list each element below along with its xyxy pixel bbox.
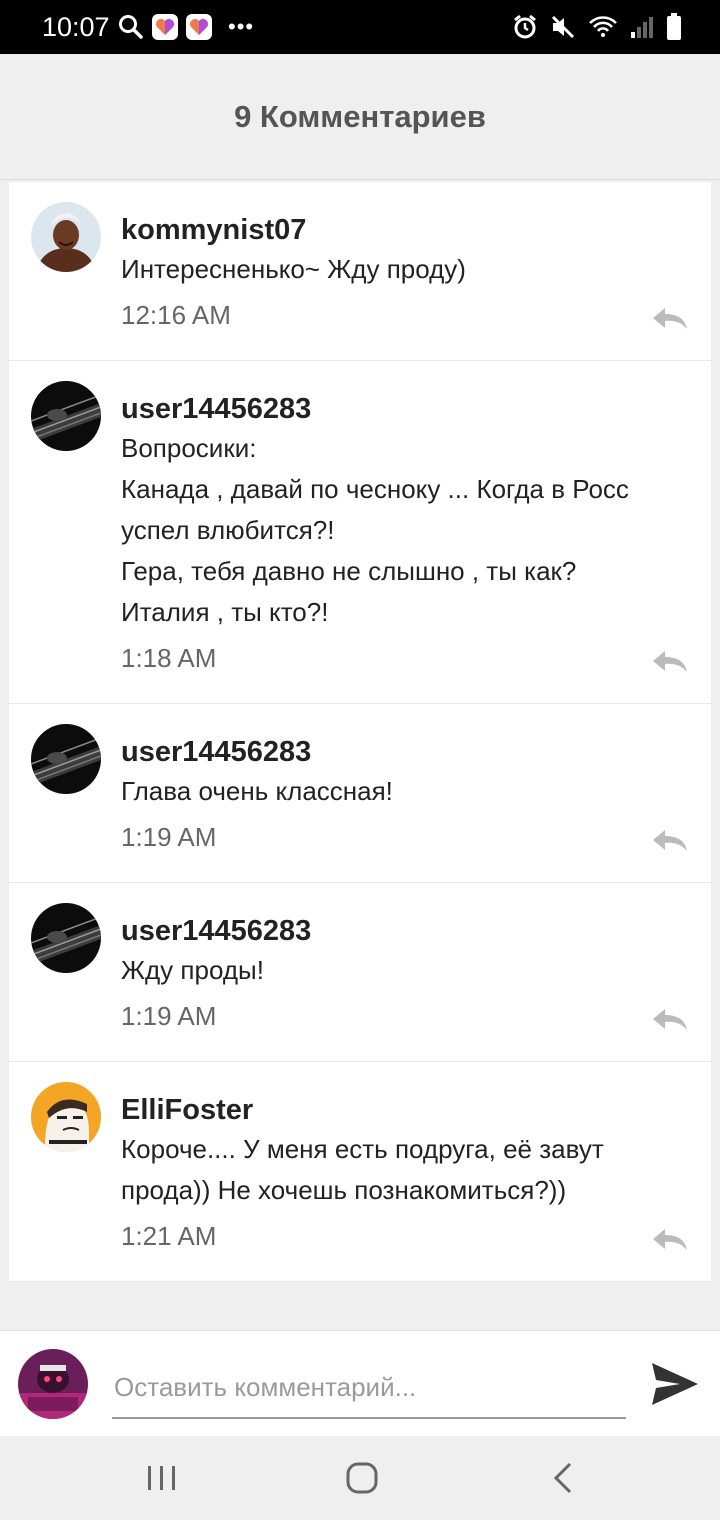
current-user-avatar <box>18 1349 88 1419</box>
home-icon[interactable] <box>342 1458 382 1498</box>
comment-composer <box>0 1330 720 1436</box>
comment-item: kommynist07 Интересненько~ Жду проду) 12… <box>9 182 711 361</box>
reply-icon[interactable] <box>651 828 689 852</box>
comment-input[interactable] <box>112 1357 626 1419</box>
comment-list[interactable]: kommynist07 Интересненько~ Жду проду) 12… <box>9 182 711 1330</box>
page-title: 9 Комментариев <box>234 98 486 134</box>
app-heart-icon <box>152 14 178 40</box>
comment-text: Вопросики: Канада , давай по чесноку ...… <box>121 433 629 627</box>
comment-text: Жду проды! <box>121 955 264 985</box>
comment-item: user14456283 Жду проды! 1:19 AM <box>9 883 711 1062</box>
comment-time: 1:19 AM <box>121 822 217 852</box>
avatar[interactable] <box>31 202 101 272</box>
comment-time: 1:19 AM <box>121 1001 217 1031</box>
avatar[interactable] <box>31 724 101 794</box>
comment-text: Глава очень классная! <box>121 776 393 806</box>
avatar[interactable] <box>31 381 101 451</box>
search-icon <box>119 15 143 39</box>
wifi-icon <box>589 16 617 37</box>
comment-item: ElliFoster Короче.... У меня есть подруг… <box>9 1062 711 1282</box>
avatar[interactable] <box>31 1082 101 1152</box>
status-bar: 10:07 ••• <box>0 0 720 54</box>
alarm-icon <box>514 14 536 39</box>
status-time: 10:07 <box>42 12 110 42</box>
battery-icon <box>667 13 681 40</box>
comment-username[interactable]: user14456283 <box>121 903 711 947</box>
reply-icon[interactable] <box>651 306 689 330</box>
comment-item: user14456283 Глава очень классная! 1:19 … <box>9 704 711 883</box>
more-dots-icon: ••• <box>228 14 255 39</box>
comment-username[interactable]: kommynist07 <box>121 202 711 246</box>
status-right-icons <box>512 12 682 42</box>
reply-icon[interactable] <box>651 1007 689 1031</box>
avatar[interactable] <box>31 903 101 973</box>
signal-icon <box>631 17 653 38</box>
reply-icon[interactable] <box>651 1227 689 1251</box>
back-icon[interactable] <box>544 1458 584 1498</box>
comment-item: user14456283 Вопросики: Канада , давай п… <box>9 361 711 704</box>
comment-text: Интересненько~ Жду проду) <box>121 254 466 284</box>
status-left-icons: ••• <box>118 12 254 42</box>
recent-apps-icon[interactable] <box>142 1458 182 1498</box>
comment-text: Короче.... У меня есть подруга, её завут… <box>121 1134 604 1205</box>
app-heart-icon <box>186 14 212 40</box>
send-icon[interactable] <box>650 1361 700 1407</box>
system-nav-bar <box>0 1436 720 1520</box>
comment-username[interactable]: ElliFoster <box>121 1082 711 1126</box>
comment-username[interactable]: user14456283 <box>121 381 711 425</box>
comment-time: 1:21 AM <box>121 1221 217 1251</box>
comment-time: 12:16 AM <box>121 300 231 330</box>
comments-header: 9 Комментариев <box>0 54 720 180</box>
comment-time: 1:18 AM <box>121 643 217 673</box>
comment-username[interactable]: user14456283 <box>121 724 711 768</box>
mute-icon <box>551 15 575 39</box>
reply-icon[interactable] <box>651 649 689 673</box>
